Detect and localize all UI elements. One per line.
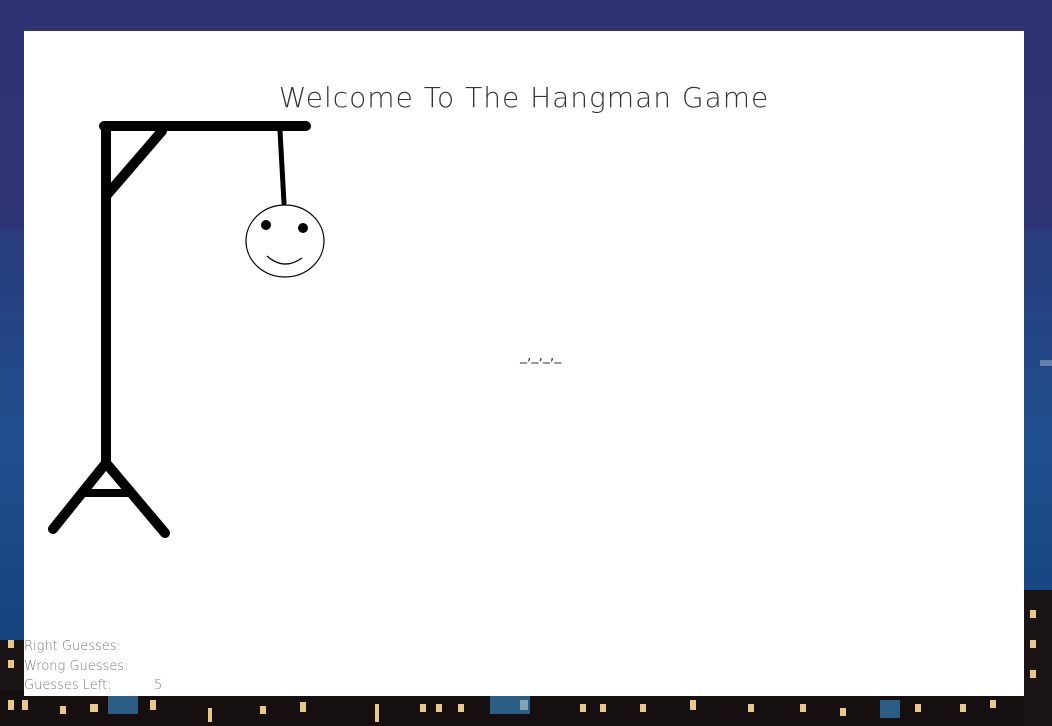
guesses-left-label: Guesses Left:: [24, 678, 112, 693]
game-panel: Welcome To The Hangman Game _,_,_,_ Righ…: [24, 31, 1024, 696]
right-guesses-label: Right Guesses:: [24, 639, 121, 654]
game-title: Welcome To The Hangman Game: [278, 81, 770, 114]
stats-panel: Right Guesses: Wrong Guesses: Guesses Le…: [24, 637, 162, 696]
word-display: _,_,_,_: [520, 348, 562, 364]
right-eye: [298, 223, 308, 233]
gallows-rope: [277, 128, 287, 206]
gallows-right-leg: [101, 458, 170, 538]
hangman-drawing: [48, 121, 325, 538]
right-guesses-row: Right Guesses:: [24, 637, 162, 657]
guesses-left-row: Guesses Left: 5: [24, 676, 162, 696]
gallows-brace: [101, 126, 167, 201]
hangman-head: [245, 204, 325, 278]
left-eye: [261, 220, 271, 230]
guesses-left-value: 5: [154, 678, 163, 693]
wrong-guesses-label: Wrong Guesses:: [24, 658, 129, 674]
wrong-guesses-row: Wrong Guesses:: [24, 657, 162, 677]
